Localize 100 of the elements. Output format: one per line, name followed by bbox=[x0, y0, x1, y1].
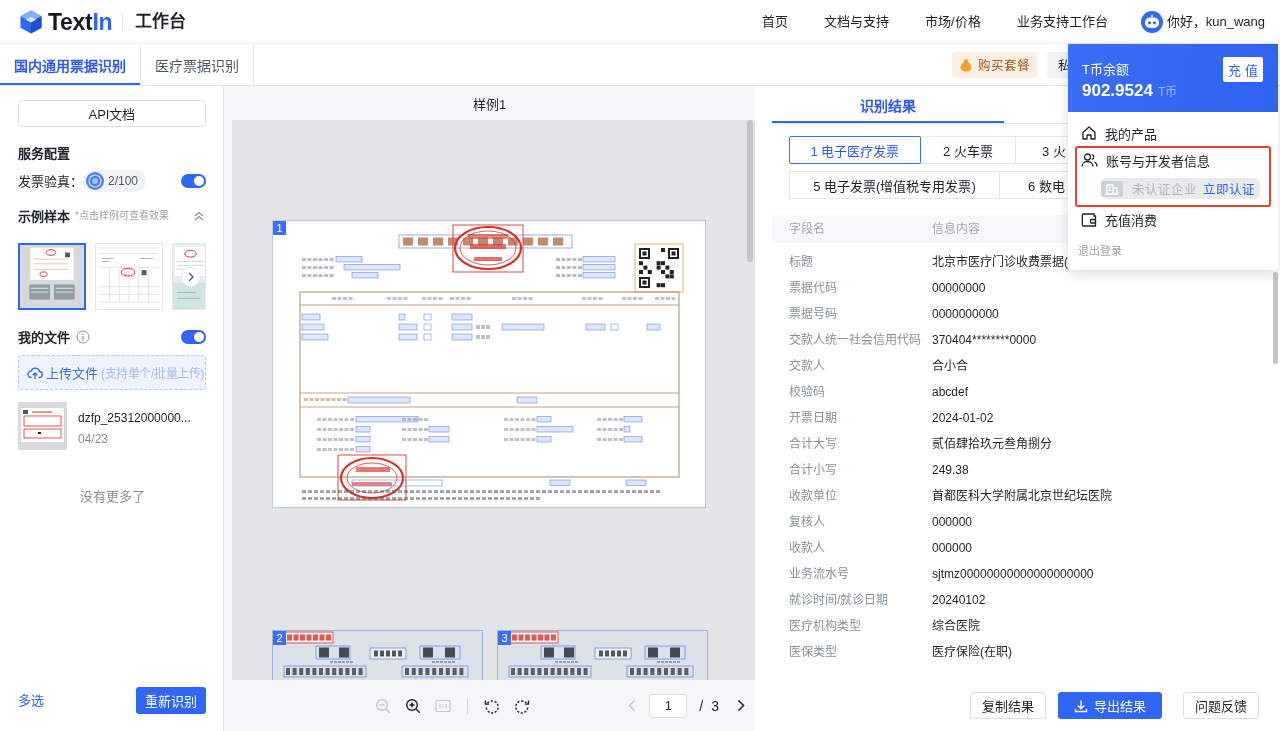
cube-logo-icon bbox=[20, 9, 42, 34]
file-thumbnail[interactable] bbox=[18, 402, 67, 450]
field-label: 发票验真： bbox=[18, 172, 83, 190]
field-name-cell: 标题 bbox=[789, 254, 813, 270]
api-docs-button[interactable]: API文档 bbox=[18, 100, 206, 127]
wallet-icon bbox=[1081, 211, 1097, 227]
field-value-cell: 北京市医疗门诊收费票据( bbox=[932, 254, 1068, 270]
field-name-cell: 票据代码 bbox=[789, 280, 837, 296]
field-value-cell: 综合医院 bbox=[932, 618, 980, 634]
nav-link[interactable]: 业务支持工作台 bbox=[1016, 12, 1108, 31]
chevron-right-icon[interactable] bbox=[188, 272, 194, 282]
cloud-upload-icon bbox=[27, 365, 43, 380]
result-action-button[interactable]: 导出结果 bbox=[1058, 692, 1162, 719]
field-value-cell: 000000 bbox=[932, 540, 973, 556]
field-value-cell: abcdef bbox=[932, 384, 969, 400]
file-date: 04/23 bbox=[78, 431, 110, 447]
menu-item[interactable]: 我的产品 bbox=[1077, 122, 1269, 144]
nav-link[interactable]: 文档与支持 bbox=[824, 12, 890, 31]
field-name-cell: 合计小写 bbox=[789, 462, 837, 478]
field-name-cell: 开票日期 bbox=[789, 410, 837, 426]
menu-item[interactable]: 充值消费 bbox=[1077, 209, 1269, 229]
tab[interactable]: 识别结果 bbox=[772, 86, 1004, 123]
page-number: 2 bbox=[273, 631, 286, 645]
balance-unit: T币 bbox=[1157, 84, 1178, 100]
page-separator: / bbox=[699, 696, 704, 715]
balance-amount: 902.9524 bbox=[1082, 80, 1153, 102]
sample-title: 样例1 bbox=[471, 95, 508, 114]
verify-now-link[interactable]: 立即认证 bbox=[1203, 179, 1255, 198]
page-number: 3 bbox=[498, 631, 511, 645]
section-heading: 示例样本 bbox=[18, 207, 70, 225]
tab[interactable]: 国内通用票据识别 bbox=[0, 44, 141, 85]
info-icon[interactable] bbox=[76, 330, 90, 344]
user-greeting[interactable]: 你好，kun_wang bbox=[1166, 12, 1265, 31]
field-name-cell: 收款单位 bbox=[789, 488, 837, 504]
section-heading: 服务配置 bbox=[18, 145, 70, 162]
field-value-cell: 2024-01-02 bbox=[932, 410, 994, 426]
collapse-icon[interactable] bbox=[194, 211, 204, 221]
upload-button[interactable]: 上传文件 (支持单个/批量上传) bbox=[18, 355, 206, 390]
field-value-cell: 贰佰肆拾玖元叁角捌分 bbox=[932, 436, 1052, 452]
toggle-switch[interactable] bbox=[181, 174, 206, 188]
zoom-in-icon bbox=[405, 697, 421, 714]
toggle-switch[interactable] bbox=[181, 330, 206, 344]
field-value-cell: sjtmz00000000000000000000 bbox=[932, 566, 1094, 582]
document-type-button[interactable]: 1 电子医疗发票 bbox=[789, 136, 921, 164]
field-name-cell: 收款人 bbox=[789, 540, 825, 556]
money-bag-icon bbox=[959, 57, 973, 72]
page-total: 3 bbox=[711, 696, 719, 715]
scrollbar-thumb[interactable] bbox=[747, 120, 753, 262]
tab[interactable]: 医疗票据识别 bbox=[141, 44, 254, 85]
field-name-cell: 复核人 bbox=[789, 514, 825, 530]
scrollbar-thumb[interactable] bbox=[1273, 272, 1278, 364]
recharge-button[interactable]: 充 值 bbox=[1223, 57, 1263, 82]
section-heading: 我的文件 bbox=[18, 328, 70, 346]
field-value-cell: 20240102 bbox=[932, 592, 986, 608]
quota-count: 2/100 bbox=[108, 173, 139, 189]
menu-item[interactable]: 账号与开发者信息 bbox=[1077, 148, 1269, 172]
home-icon bbox=[1081, 125, 1097, 141]
robot-avatar-icon[interactable] bbox=[1140, 10, 1163, 33]
balance-label: T币余额 bbox=[1082, 61, 1129, 78]
field-name-cell: 合计大写 bbox=[789, 436, 837, 452]
field-value-cell: 合小合 bbox=[932, 358, 968, 374]
building-icon bbox=[1101, 180, 1123, 197]
multi-select-link[interactable]: 多选 bbox=[18, 691, 44, 710]
document-type-button[interactable]: 5 电子发票(增值税专用发票) bbox=[789, 171, 1000, 199]
field-name-cell: 票据号码 bbox=[789, 306, 837, 322]
field-value-cell: 249.38 bbox=[932, 462, 969, 478]
field-value-cell: 00000000 bbox=[932, 280, 986, 296]
column-header: 字段名 bbox=[789, 221, 825, 237]
file-name[interactable]: dzfp_25312000000... bbox=[78, 410, 191, 426]
field-name-cell: 就诊时间/就诊日期 bbox=[789, 592, 889, 608]
users-icon bbox=[1081, 152, 1098, 168]
nav-link[interactable]: 市场/价格 bbox=[925, 12, 981, 31]
buy-package-button[interactable]: 购买套餐 bbox=[952, 51, 1037, 78]
download-icon bbox=[1074, 698, 1088, 713]
page-number-input[interactable]: 1 bbox=[649, 693, 688, 718]
page-number: 1 bbox=[273, 221, 286, 235]
hint-text: *点击样例可查看效果 bbox=[75, 209, 169, 223]
seal-icon bbox=[86, 172, 104, 190]
actual-size-icon bbox=[435, 698, 451, 713]
nav-link[interactable]: 首页 bbox=[762, 12, 789, 31]
field-name-cell: 校验码 bbox=[789, 384, 825, 400]
result-action-button[interactable]: 复制结果 bbox=[970, 692, 1046, 719]
zoom-out-icon bbox=[375, 697, 391, 714]
field-value-cell: 000000 bbox=[932, 514, 973, 530]
field-value-cell: 首都医科大学附属北京世纪坛医院 bbox=[932, 488, 1112, 504]
rotate-right-icon bbox=[514, 697, 530, 714]
column-header: 信息内容 bbox=[932, 221, 980, 237]
rotate-left-icon bbox=[484, 697, 500, 714]
field-value-cell: 医疗保险(在职) bbox=[932, 644, 1012, 660]
field-name-cell: 医保类型 bbox=[789, 644, 837, 660]
rerun-button[interactable]: 重新识别 bbox=[136, 687, 206, 714]
document-type-button[interactable]: 2 火车票 bbox=[920, 136, 1016, 164]
end-of-list-note: 没有更多了 bbox=[79, 488, 145, 506]
field-name-cell: 医疗机构类型 bbox=[789, 618, 861, 634]
result-action-button[interactable]: 问题反馈 bbox=[1183, 692, 1259, 719]
sample-thumbnail[interactable] bbox=[18, 243, 86, 310]
field-name-cell: 业务流水号 bbox=[789, 566, 849, 582]
chevron-right-icon bbox=[737, 699, 745, 712]
logo-wordmark: TextIn bbox=[48, 8, 113, 35]
workspace-title: 工作台 bbox=[135, 10, 187, 33]
